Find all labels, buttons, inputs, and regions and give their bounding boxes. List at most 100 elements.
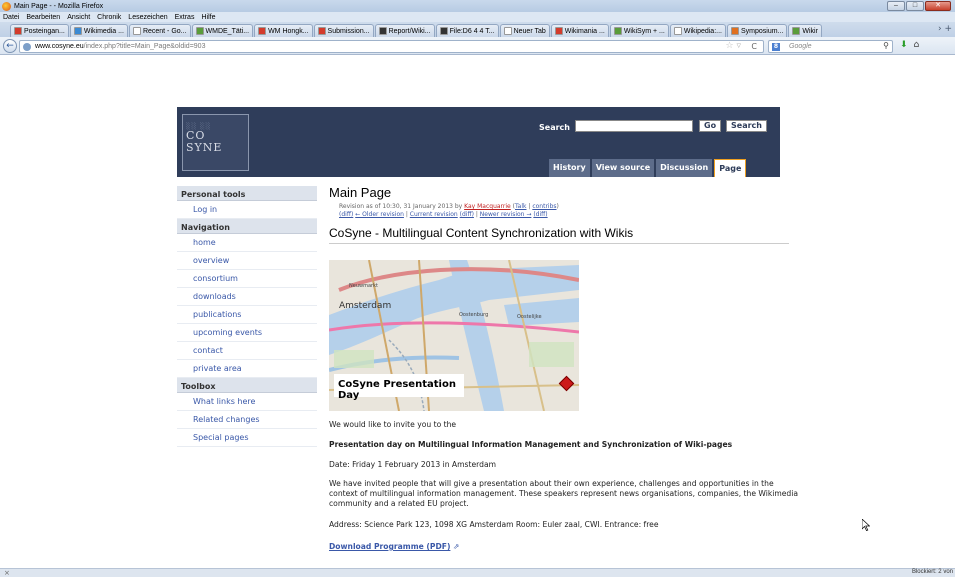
tab-view-source[interactable]: View source <box>591 159 655 177</box>
menu-extras[interactable]: Extras <box>175 14 195 21</box>
tab-favicon-icon <box>554 27 563 35</box>
map-label-neuwmarkt: Neuwmarkt <box>349 283 378 289</box>
amsterdam-map-image[interactable]: Amsterdam Neuwmarkt Oostenburg Oostelijk… <box>329 260 579 411</box>
tab-label: Neuer Tab <box>513 27 546 35</box>
sidebar-item-log-in[interactable]: Log in <box>177 201 317 219</box>
content-area: Main Page Revision as of 10:30, 31 Janua… <box>329 185 789 244</box>
menu-chronik[interactable]: Chronik <box>97 14 121 21</box>
event-address: Address: Science Park 123, 1098 XG Amste… <box>329 520 659 529</box>
tab-label: Symposium... <box>740 27 784 35</box>
talk-link[interactable]: Talk <box>515 203 527 210</box>
wiki-search-input[interactable] <box>575 120 693 132</box>
sidebar-item-publications[interactable]: publications <box>177 306 317 324</box>
url-text: www.cosyne.eu/index.php?title=Main_Page&… <box>35 43 206 50</box>
go-button[interactable]: Go <box>699 120 722 132</box>
tab-label: Recent - Go... <box>142 27 187 35</box>
back-button[interactable]: ← <box>3 39 17 53</box>
tab-history[interactable]: History <box>549 159 590 177</box>
event-description: We have invited people that will give a … <box>329 479 799 508</box>
site-identity-icon[interactable] <box>23 43 31 51</box>
sidebar-item-downloads[interactable]: downloads <box>177 288 317 306</box>
menu-bearbeiten[interactable]: Bearbeiten <box>26 14 60 21</box>
tab-discussion[interactable]: Discussion <box>656 159 713 177</box>
search-button[interactable]: Search <box>726 120 767 132</box>
map-label-oostelijke: Oostelijke <box>517 314 542 320</box>
tab-label: Wikir <box>802 27 818 35</box>
sidebar-heading-toolbox: Toolbox <box>177 378 317 393</box>
revision-user-link[interactable]: Kay Macquarrie <box>464 203 511 210</box>
bookmark-star-icon[interactable]: ☆ ▿ <box>726 41 741 51</box>
google-engine-icon[interactable]: 8 <box>772 43 780 51</box>
close-addon-bar-icon[interactable]: × <box>4 569 10 577</box>
diff-link-3[interactable]: (diff) <box>533 211 547 218</box>
event-date: Date: Friday 1 February 2013 in Amsterda… <box>329 460 496 469</box>
external-link-icon: ⇗ <box>452 542 460 551</box>
tab-label: Wikipedia:... <box>683 27 722 35</box>
sidebar-item-private-area[interactable]: private area <box>177 360 317 378</box>
search-label: Search <box>539 123 570 132</box>
browser-tab[interactable]: Neuer Tab <box>499 24 550 37</box>
site-header: ░░ ░░ CO SYNE Search Go Search History Vi… <box>177 107 780 177</box>
reload-icon[interactable]: C <box>751 42 757 51</box>
minimize-button[interactable]: – <box>887 1 905 11</box>
browser-tab[interactable]: Wikimania ... <box>550 24 609 37</box>
sidebar-item-related-changes[interactable]: Related changes <box>177 411 317 429</box>
diff-link-2[interactable]: (diff) <box>460 211 474 218</box>
diff-link[interactable]: (diff) <box>339 211 353 218</box>
contribs-link[interactable]: contribs <box>532 203 556 210</box>
search-icon[interactable]: ⚲ <box>883 41 889 50</box>
browser-tab[interactable]: WM Hongk... <box>254 24 313 37</box>
browser-tab[interactable]: Symposium... <box>726 24 788 37</box>
tab-strip: Posteingan... Wikimedia ... Recent - Go...… <box>0 22 955 37</box>
search-placeholder: Google <box>789 43 812 50</box>
browser-tab[interactable]: Wikir <box>788 24 822 37</box>
tab-favicon-icon <box>195 27 204 35</box>
tab-label: Wikimedia ... <box>83 27 124 35</box>
home-icon[interactable]: ⌂ <box>914 40 920 50</box>
menu-datei[interactable]: Datei <box>3 14 19 21</box>
sidebar-item-consortium[interactable]: consortium <box>177 270 317 288</box>
browser-tab[interactable]: Wikipedia:... <box>669 24 726 37</box>
sidebar-heading-personal-tools: Personal tools <box>177 186 317 201</box>
sidebar-item-overview[interactable]: overview <box>177 252 317 270</box>
browser-tab[interactable]: WikiSym + ... <box>609 24 669 37</box>
menu-hilfe[interactable]: Hilfe <box>201 14 215 21</box>
sidebar-item-upcoming-events[interactable]: upcoming events <box>177 324 317 342</box>
older-revision-link[interactable]: ← Older revision <box>355 211 404 218</box>
download-icon[interactable]: ⬇ <box>900 40 908 50</box>
maximize-button[interactable]: □ <box>906 1 924 11</box>
sidebar-item-what-links-here[interactable]: What links here <box>177 393 317 411</box>
status-blocked-text: Blockiert: 2 von <box>911 569 953 575</box>
tab-page[interactable]: Page <box>714 159 747 177</box>
sidebar-item-special-pages[interactable]: Special pages <box>177 429 317 447</box>
sidebar-item-contact[interactable]: contact <box>177 342 317 360</box>
browser-tab[interactable]: Report/Wiki... <box>374 24 435 37</box>
search-bar[interactable]: 8 Google ⚲ <box>768 40 893 53</box>
site-logo[interactable]: ░░ ░░ CO SYNE <box>182 114 249 171</box>
tab-favicon-icon <box>503 27 512 35</box>
tab-label: Wikimania ... <box>564 27 605 35</box>
tab-label: WMDE_Täti... <box>205 27 250 35</box>
sidebar-item-home[interactable]: home <box>177 234 317 252</box>
menu-ansicht[interactable]: Ansicht <box>67 14 90 21</box>
current-revision-link[interactable]: Current revision <box>410 211 458 218</box>
browser-tab[interactable]: Recent - Go... <box>128 24 191 37</box>
window-title: Main Page - - Mozilla Firefox <box>14 2 104 10</box>
close-button[interactable]: ✕ <box>925 1 951 11</box>
map-label-oostenburg: Oostenburg <box>459 312 488 318</box>
browser-tab[interactable]: Wikimedia ... <box>69 24 128 37</box>
page-viewport: ░░ ░░ CO SYNE Search Go Search History Vi… <box>0 56 955 568</box>
tab-scroll-right-icon[interactable]: › + <box>938 24 952 34</box>
tab-label: Report/Wiki... <box>388 27 431 35</box>
map-caption: CoSyne Presentation Day <box>334 374 464 401</box>
browser-tab[interactable]: Posteingan... <box>10 24 69 37</box>
tab-favicon-icon <box>792 27 801 35</box>
url-bar[interactable]: www.cosyne.eu/index.php?title=Main_Page&… <box>19 40 764 53</box>
newer-revision-link[interactable]: Newer revision → <box>480 211 532 218</box>
download-programme-link[interactable]: Download Programme (PDF) <box>329 542 450 551</box>
browser-tab[interactable]: Submission... <box>313 24 374 37</box>
page-title: Main Page <box>329 185 392 200</box>
browser-tab[interactable]: WMDE_Täti... <box>191 24 254 37</box>
browser-tab[interactable]: File:D6 4 4 T... <box>435 24 499 37</box>
menu-lesezeichen[interactable]: Lesezeichen <box>128 14 167 21</box>
